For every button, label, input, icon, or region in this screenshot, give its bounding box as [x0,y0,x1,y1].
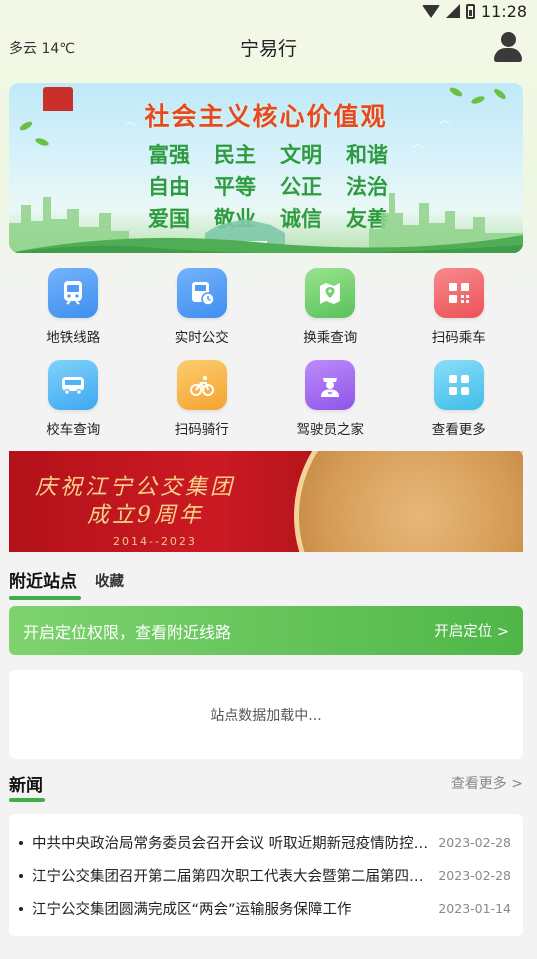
news-item[interactable]: 江宁公交集团圆满完成区“两会”运输服务保障工作 2023-01-14 [19,892,511,925]
app-header: 多云 14℃ 宁易行 [0,26,537,68]
app-title: 宁易行 [239,38,297,60]
user-profile-button[interactable] [493,32,523,62]
bullet-icon [19,873,23,878]
news-item[interactable]: 江宁公交集团召开第二届第四次职工代表大会暨第二届第四次工会会员代表大会 2023… [19,859,511,892]
news-item-title: 江宁公交集团圆满完成区“两会”运输服务保障工作 [32,902,352,918]
service-label: 校车查询 [46,422,101,438]
tab-nearby-stations[interactable]: 附近站点 [9,567,81,600]
bullet-icon [19,906,23,911]
service-label: 查看更多 [431,422,486,438]
value-word: 民主 [214,143,256,167]
tab-favorites[interactable]: 收藏 [95,570,124,596]
news-list: 中共中央政治局常务委员会召开会议 听取近期新冠疫情防控工作情况汇报 2023-0… [9,814,523,936]
grid-more-icon [433,360,484,410]
service-label: 地铁线路 [46,330,101,346]
bird-icon: ︿ [413,137,424,150]
signal-icon [445,4,460,18]
value-word: 和谐 [346,143,388,167]
news-section-title: 新闻 [9,771,45,802]
value-word: 文明 [280,143,322,167]
user-icon [501,32,516,47]
location-prompt-text: 开启定位权限，查看附近线路 [23,622,232,642]
banner-title: 社会主义核心价值观 [144,102,388,131]
service-label: 扫码骑行 [174,422,229,438]
service-school-bus[interactable]: 校车查询 [9,360,138,438]
service-label: 驾驶员之家 [296,422,365,438]
news-item-date: 2023-02-28 [438,835,511,850]
leaf-icon [34,136,50,148]
bullet-icon [19,840,23,845]
value-word: 富强 [148,143,190,167]
subway-icon [48,268,99,318]
core-values-banner[interactable]: ︿ ︿ ︿ 社会主义核心价值观 富强 民主 文明 和谐 自由 平等 公正 法治 … [9,83,523,253]
service-subway-lines[interactable]: 地铁线路 [9,268,138,346]
anniversary-years: 2014--2023 [113,535,197,548]
service-transfer-query[interactable]: 换乘查询 [266,268,395,346]
news-header: 新闻 查看更多 > [9,771,523,802]
service-label: 扫码乘车 [431,330,486,346]
news-item-title: 江宁公交集团召开第二届第四次职工代表大会暨第二届第四次工会会员代表大会 [32,869,428,885]
news-item-date: 2023-02-28 [438,868,511,883]
battery-icon [465,3,475,19]
station-tabs: 附近站点 收藏 [9,566,124,600]
school-bus-icon [48,360,99,410]
service-label: 换乘查询 [303,330,358,346]
service-view-more[interactable]: 查看更多 [395,360,524,438]
nearby-stations-card: 站点数据加载中... [9,670,523,759]
anniversary-banner[interactable]: 庆祝江宁公交集团 成立9周年 2014--2023 [9,451,523,552]
city-skyline-icon [9,193,523,253]
service-scan-ride[interactable]: 扫码乘车 [395,268,524,346]
location-permission-bar[interactable]: 开启定位权限，查看附近线路 开启定位 > [9,606,523,655]
status-time: 11:28 [480,1,527,21]
service-driver-home[interactable]: 驾驶员之家 [266,360,395,438]
service-grid: 地铁线路 实时公交 换乘查询 扫码乘车 校车查询 扫码骑行 驾驶员之家 查看更多 [9,268,523,438]
news-item[interactable]: 中共中央政治局常务委员会召开会议 听取近期新冠疫情防控工作情况汇报 2023-0… [19,826,511,859]
qr-code-icon [433,268,484,318]
service-realtime-bus[interactable]: 实时公交 [138,268,267,346]
bus-clock-icon [176,268,227,318]
news-view-more-link[interactable]: 查看更多 > [451,773,523,793]
stations-loading-text: 站点数据加载中... [210,707,322,724]
status-bar: 11:28 [0,0,537,22]
clock-dial-icon [294,451,523,552]
map-pin-icon [305,268,356,318]
enable-location-button[interactable]: 开启定位 > [434,620,509,641]
service-scan-bike[interactable]: 扫码骑行 [138,360,267,438]
service-label: 实时公交 [174,330,229,346]
news-item-title: 中共中央政治局常务委员会召开会议 听取近期新冠疫情防控工作情况汇报 [32,836,429,852]
driver-icon [305,360,356,410]
anniversary-line2: 成立9周年 [87,503,204,528]
wifi-icon [421,4,440,18]
bicycle-icon [176,360,227,410]
news-item-date: 2023-01-14 [438,901,511,916]
